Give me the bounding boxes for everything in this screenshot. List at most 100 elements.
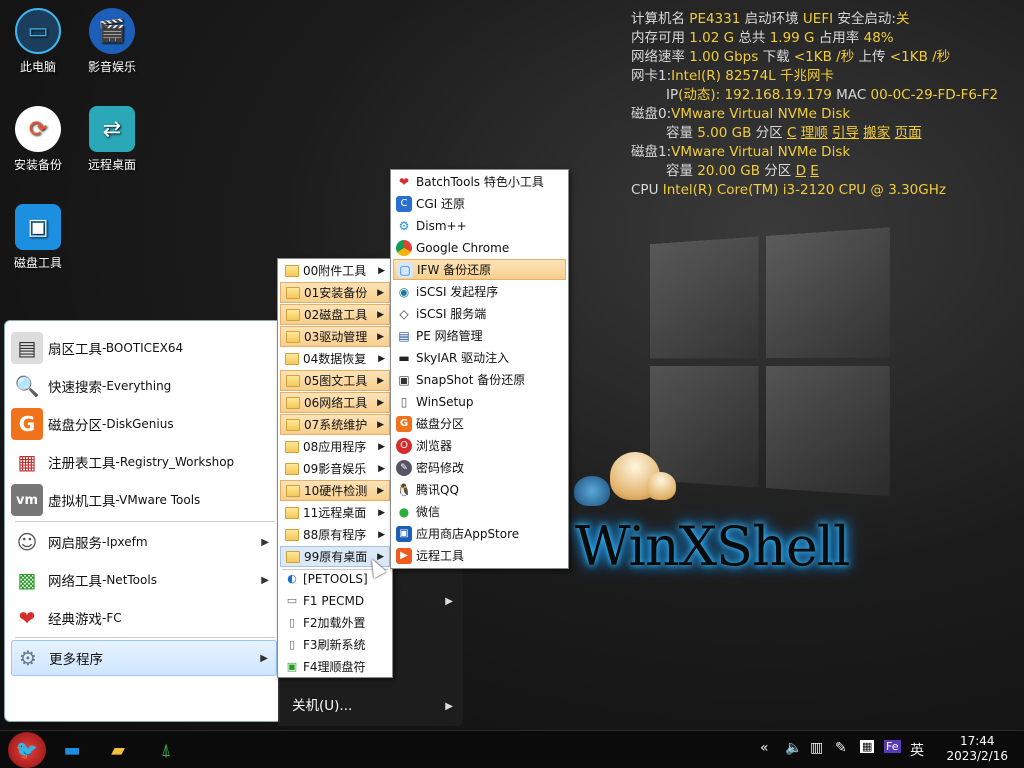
start-button[interactable]: 🐦	[8, 732, 46, 768]
app-item-iscsi-initiator[interactable]: ◉ iSCSI 发起程序	[393, 281, 566, 302]
app-item-pe-network[interactable]: ▤ PE 网络管理	[393, 325, 566, 346]
start-item-diskgenius[interactable]: G 磁盘分区 -DiskGenius	[11, 406, 277, 442]
network-tray-icon[interactable]: ▥	[810, 740, 823, 756]
desktop-icon-media[interactable]: 🎬 影音娱乐	[74, 8, 150, 75]
desktop-icon-remote-desktop[interactable]: ⇄ 远程桌面	[74, 106, 150, 173]
shutdown-options-arrow-icon[interactable]: ▶	[445, 701, 453, 712]
partition-d-link[interactable]: D	[796, 163, 806, 179]
folder-icon	[286, 418, 300, 431]
sysinfo-line-network-speed: 网络速率 1.00 Gbps 下载 <1KB /秒 上传 <1KB /秒	[631, 49, 951, 65]
app-item-wechat[interactable]: ● 微信	[393, 501, 566, 522]
desktop-icon-this-pc[interactable]: ▭ 此电脑	[0, 8, 76, 75]
submenu-item-category[interactable]: 07系统维护 ▶	[280, 414, 390, 435]
app-item-password[interactable]: ✎ 密码修改	[393, 457, 566, 478]
app-item-batchtools[interactable]: ❤ BatchTools 特色小工具	[393, 171, 566, 192]
submenu-arrow-icon: ▶	[377, 287, 384, 298]
tray-expand-icon[interactable]: «	[760, 740, 769, 756]
desktop-icon-install-backup[interactable]: ⟳ 安装备份	[0, 106, 76, 173]
browser-icon: O	[396, 437, 412, 454]
submenu-item-category[interactable]: 05图文工具 ▶	[280, 370, 390, 391]
start-item-fc-games[interactable]: ❤ 经典游戏 -FC	[11, 600, 277, 636]
iscsi-icon: ◉	[398, 284, 410, 299]
input-language-indicator[interactable]: 英	[910, 740, 924, 760]
fe-tray-icon[interactable]: Fe	[884, 740, 901, 753]
start-item-booticex64[interactable]: ▤ 扇区工具 -BOOTICEX64	[11, 330, 277, 366]
network-tools-icon: ▩	[17, 568, 37, 592]
boot-link[interactable]: 引导	[832, 125, 859, 141]
snapshot-icon: ▣	[398, 372, 410, 387]
taskbar-explorer-icon[interactable]: ▰	[102, 735, 134, 765]
submenu-item-category[interactable]: 88原有程序 ▶	[280, 524, 390, 545]
drive-letters-icon: ▣	[286, 660, 298, 673]
app-item-cgi[interactable]: C CGI 还原	[393, 193, 566, 214]
folder-icon	[285, 462, 299, 475]
sysinfo-line-disk1-capacity: 容量 20.00 GB 分区 D E	[666, 163, 819, 179]
submenu-item-category[interactable]: 01安装备份 ▶	[280, 282, 390, 303]
app-item-skyiar[interactable]: ▬ SkyIAR 驱动注入	[393, 347, 566, 368]
app-item-appstore[interactable]: ▣ 应用商店AppStore	[393, 523, 566, 544]
folder-icon	[286, 308, 300, 321]
app-item-chrome[interactable]: Google Chrome	[393, 237, 566, 258]
dism-icon: ⚙	[398, 218, 410, 233]
start-menu-divider	[15, 521, 275, 522]
pagefile-link[interactable]: 页面	[895, 125, 922, 141]
password-icon: ✎	[396, 459, 412, 476]
taskbar-network-icon[interactable]: ⍋	[150, 735, 182, 765]
folder-icon	[285, 440, 299, 453]
submenu-item-category[interactable]: 02磁盘工具 ▶	[280, 304, 390, 325]
partition-c-link[interactable]: C	[787, 125, 796, 141]
submenu-item-pecmd[interactable]: ▭ F1 PECMD	[280, 590, 390, 611]
taskbar-desktop-icon[interactable]: ▬	[56, 735, 88, 765]
submenu-arrow-icon: ▶	[378, 265, 385, 276]
start-item-nettools[interactable]: ▩ 网络工具 -NetTools ▶	[11, 562, 277, 598]
submenu-arrow-icon: ▶	[445, 596, 453, 607]
system-info-panel: 计算机名 PE4331 启动环境 UEFI 安全启动:关 内存可用 1.02 G…	[631, 10, 998, 200]
sysinfo-line-disk0: 磁盘0:VMware Virtual NVMe Disk	[631, 106, 851, 122]
sector-tool-icon: ▤	[11, 332, 43, 364]
app-item-winsetup[interactable]: ▯ WinSetup	[393, 391, 566, 412]
tool-tray-icon[interactable]: ✎	[835, 740, 847, 756]
app-item-ifw[interactable]: ▢ IFW 备份还原	[393, 259, 566, 280]
start-item-everything[interactable]: 🔍 快速搜索 -Everything	[11, 368, 277, 404]
submenu-arrow-icon: ▶	[261, 536, 269, 548]
app-item-remote-tool[interactable]: ▶ 远程工具	[393, 545, 566, 566]
folder-icon	[286, 286, 300, 299]
partition-e-link[interactable]: E	[810, 163, 819, 179]
submenu-item-category[interactable]: 10硬件检测 ▶	[280, 480, 390, 501]
submenu-item-category[interactable]: 04数据恢复 ▶	[280, 348, 390, 369]
submenu-item-refresh-system[interactable]: ▯ F3刷新系统	[280, 634, 390, 655]
volume-icon[interactable]: 🔈	[785, 740, 802, 756]
original-desktop-submenu: ❤ BatchTools 特色小工具 C CGI 还原 ⚙ Dism++ Google…	[390, 169, 569, 569]
submenu-item-category[interactable]: 03驱动管理 ▶	[280, 326, 390, 347]
start-item-registry-workshop[interactable]: ▦ 注册表工具 -Registry_Workshop	[11, 444, 277, 480]
app-item-dism[interactable]: ⚙ Dism++	[393, 215, 566, 236]
app-item-browser[interactable]: O 浏览器	[393, 435, 566, 456]
shutdown-button[interactable]: 关机(U)...	[292, 694, 352, 714]
qq-icon: 🐧	[396, 482, 412, 497]
app-item-diskgenius[interactable]: G 磁盘分区	[393, 413, 566, 434]
start-item-ipxefm[interactable]: ☺ 网启服务 -Ipxefm ▶	[11, 524, 277, 560]
start-item-vmware-tools[interactable]: vm 虚拟机工具 -VMware Tools	[11, 482, 277, 518]
app-item-iscsi-server[interactable]: ◇ iSCSI 服务端	[393, 303, 566, 324]
submenu-arrow-icon: ▶	[378, 353, 385, 364]
app-item-qq[interactable]: 🐧 腾讯QQ	[393, 479, 566, 500]
start-item-more-programs[interactable]: ⚙ 更多程序 ▶	[11, 640, 277, 676]
app-tray-icon[interactable]: ▦	[860, 740, 875, 753]
arrange-letters-link[interactable]: 理顺	[801, 125, 828, 141]
submenu-item-category[interactable]: 09影音娱乐 ▶	[280, 458, 390, 479]
submenu-item-category[interactable]: 00附件工具 ▶	[280, 260, 390, 281]
desktop-icon-disk-tool[interactable]: ▣ 磁盘工具	[0, 204, 76, 271]
submenu-item-category[interactable]: 08应用程序 ▶	[280, 436, 390, 457]
submenu-item-category[interactable]: 11远程桌面 ▶	[280, 502, 390, 523]
diskgenius-icon: G	[396, 415, 412, 432]
app-item-snapshot[interactable]: ▣ SnapShot 备份还原	[393, 369, 566, 390]
move-link[interactable]: 搬家	[863, 125, 890, 141]
disk-tool-icon: ▣	[15, 204, 61, 250]
submenu-item-arrange-drive-letters[interactable]: ▣ F4理顺盘符	[280, 656, 390, 677]
clock[interactable]: 17:44 2023/2/16	[946, 734, 1008, 764]
submenu-arrow-icon: ▶	[378, 441, 385, 452]
sysinfo-line-computer: 计算机名 PE4331 启动环境 UEFI 安全启动:关	[631, 11, 910, 27]
submenu-item-load-external[interactable]: ▯ F2加载外置	[280, 612, 390, 633]
submenu-arrow-icon: ▶	[377, 485, 384, 496]
submenu-item-category[interactable]: 06网络工具 ▶	[280, 392, 390, 413]
